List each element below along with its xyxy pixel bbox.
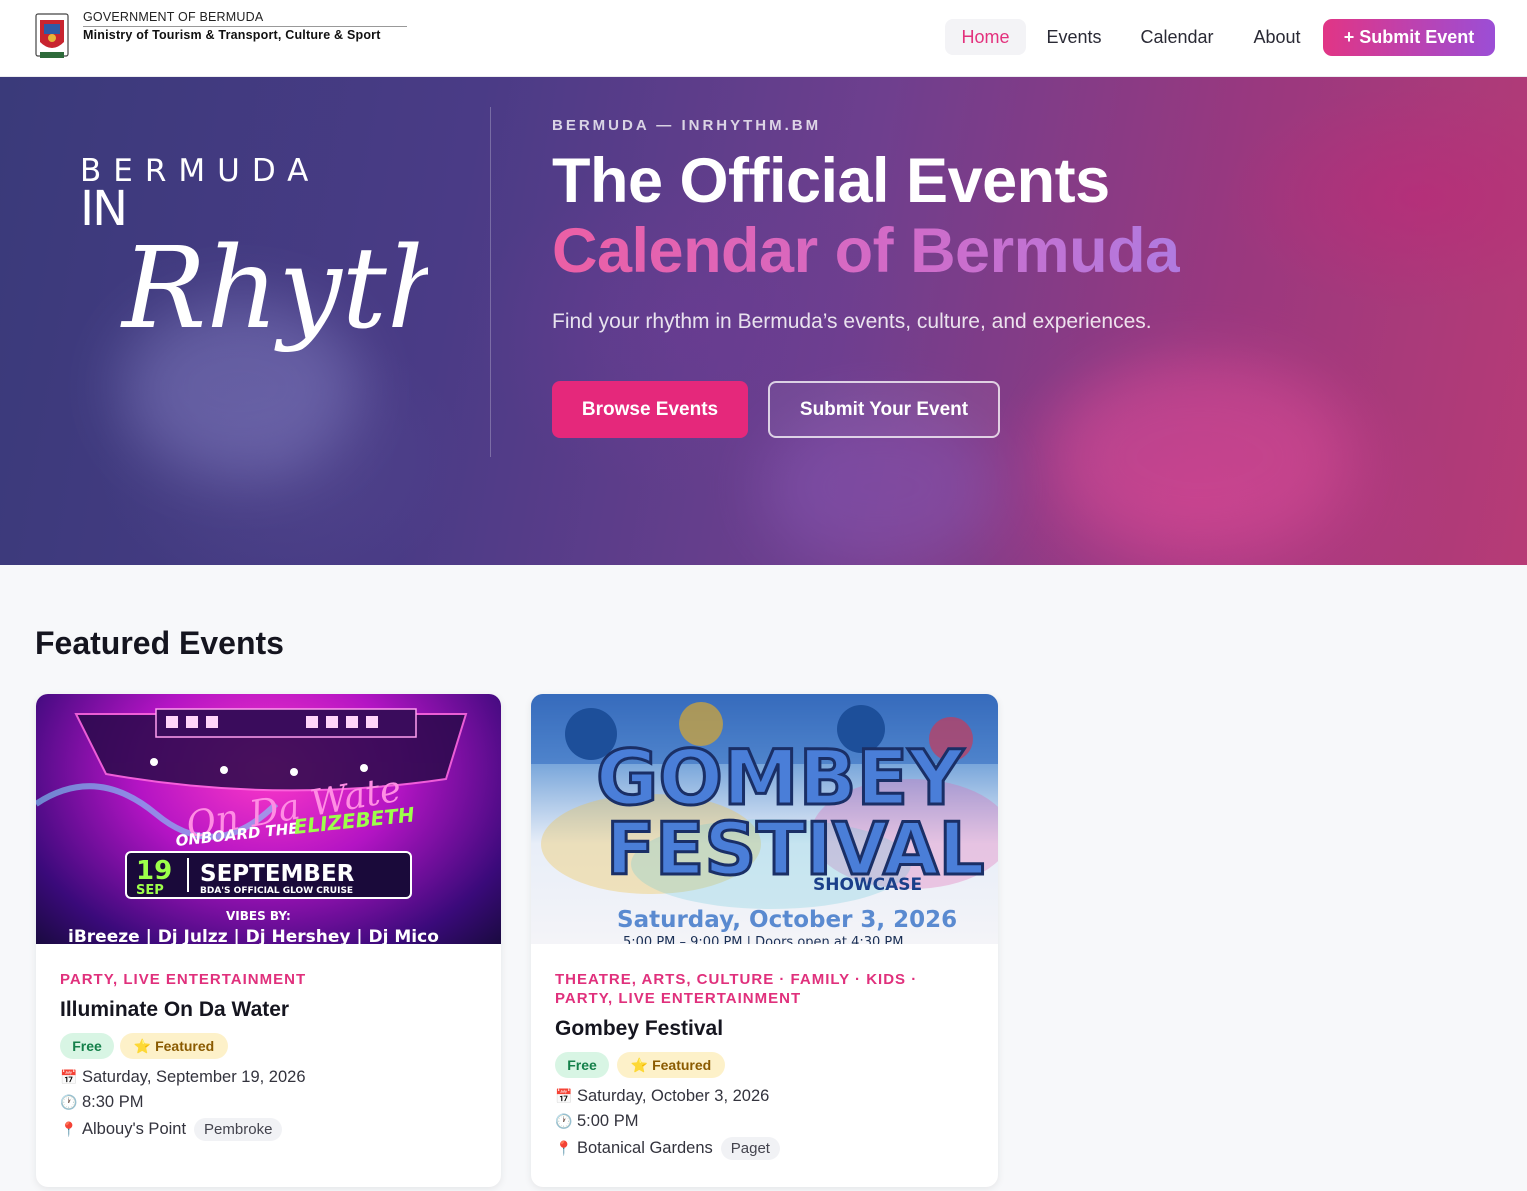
ministry-label: Ministry of Tourism & Transport, Culture… bbox=[83, 28, 381, 42]
calendar-icon: 📅 bbox=[60, 1069, 78, 1085]
poster-showcase-text: SHOWCASE bbox=[813, 875, 922, 895]
event-time-row: 🕐 5:00 PM bbox=[555, 1112, 638, 1131]
poster-date-text: Saturday, October 3, 2026 bbox=[617, 907, 957, 933]
free-badge: Free bbox=[60, 1033, 114, 1059]
poster-month-text: SEPTEMBER bbox=[200, 861, 355, 887]
clock-icon: 🕐 bbox=[60, 1094, 78, 1110]
poster-day-text: 19 bbox=[136, 856, 172, 886]
event-date: Saturday, September 19, 2026 bbox=[82, 1068, 306, 1086]
poster-illustration: On Da Wate ONBOARD THE ELIZEBETH 19 SEP … bbox=[36, 708, 468, 944]
event-time-row: 🕐 8:30 PM bbox=[60, 1093, 143, 1112]
bermuda-crest-icon[interactable] bbox=[34, 12, 70, 62]
poster-djs-text: iBreeze | Dj Julzz | Dj Hershey | Dj Mic… bbox=[68, 927, 439, 944]
event-location-row: 📍 Albouy's Point Pembroke bbox=[60, 1118, 283, 1141]
site-header: GOVERNMENT OF BERMUDA Ministry of Touris… bbox=[0, 0, 1527, 77]
nav-about[interactable]: About bbox=[1238, 19, 1316, 55]
poster-tag-text: BDA'S OFFICIAL GLOW CRUISE bbox=[200, 886, 353, 896]
event-poster-image[interactable]: On Da Wate ONBOARD THE ELIZEBETH 19 SEP … bbox=[36, 694, 501, 944]
featured-events-heading: Featured Events bbox=[35, 625, 284, 661]
poster-illustration: GOMBEY FESTIVAL SHOWCASE Saturday, Octob… bbox=[531, 694, 998, 944]
submit-event-button[interactable]: + Submit Event bbox=[1323, 19, 1495, 56]
hero-banner: BERMUDA IN Rhythm BERMUDA — INRHYTHM.BM … bbox=[0, 77, 1527, 565]
submit-your-event-button[interactable]: Submit Your Event bbox=[768, 381, 1000, 438]
event-title[interactable]: Illuminate On Da Water bbox=[60, 998, 289, 1022]
clock-icon: 🕐 bbox=[555, 1113, 573, 1129]
browse-events-button[interactable]: Browse Events bbox=[552, 381, 748, 438]
parish-chip: Pembroke bbox=[194, 1118, 283, 1141]
event-title[interactable]: Gombey Festival bbox=[555, 1017, 723, 1041]
event-date-row: 📅 Saturday, September 19, 2026 bbox=[60, 1068, 306, 1087]
rhythm-script-logo: Rhythm bbox=[120, 224, 428, 354]
event-date-row: 📅 Saturday, October 3, 2026 bbox=[555, 1087, 769, 1106]
event-poster-image[interactable]: GOMBEY FESTIVAL SHOWCASE Saturday, Octob… bbox=[531, 694, 998, 944]
event-location-row: 📍 Botanical Gardens Paget bbox=[555, 1137, 780, 1160]
poster-vibes-text: VIBES BY: bbox=[226, 909, 291, 923]
government-label: GOVERNMENT OF BERMUDA bbox=[83, 10, 264, 24]
hero-divider bbox=[490, 107, 491, 457]
rhythm-script-text: Rhythm bbox=[120, 224, 428, 354]
poster-times-text: 5:00 PM – 9:00 PM | Doors open at 4:30 P… bbox=[623, 935, 904, 944]
event-time: 5:00 PM bbox=[577, 1112, 639, 1130]
event-card[interactable]: On Da Wate ONBOARD THE ELIZEBETH 19 SEP … bbox=[36, 694, 501, 1187]
featured-badge: ⭐ Featured bbox=[120, 1033, 228, 1059]
hero-title-line1: The Official Events bbox=[552, 146, 1110, 216]
event-venue: Albouy's Point bbox=[82, 1120, 187, 1138]
header-rule bbox=[83, 26, 407, 27]
event-card[interactable]: GOMBEY FESTIVAL SHOWCASE Saturday, Octob… bbox=[531, 694, 998, 1187]
poster-festival-text: FESTIVAL bbox=[606, 807, 985, 891]
event-time: 8:30 PM bbox=[82, 1093, 144, 1111]
nav-home[interactable]: Home bbox=[945, 19, 1026, 55]
free-badge: Free bbox=[555, 1052, 609, 1078]
featured-badge: ⭐ Featured bbox=[617, 1052, 725, 1078]
event-venue: Botanical Gardens bbox=[577, 1139, 713, 1157]
hero-subtitle: Find your rhythm in Bermuda’s events, cu… bbox=[552, 310, 1152, 333]
event-date: Saturday, October 3, 2026 bbox=[577, 1087, 770, 1105]
nav-events[interactable]: Events bbox=[1032, 19, 1116, 55]
nav-calendar[interactable]: Calendar bbox=[1124, 19, 1230, 55]
hero-blur bbox=[1050, 357, 1350, 557]
hero-title-line2: Calendar of Bermuda bbox=[552, 216, 1180, 286]
pin-icon: 📍 bbox=[60, 1121, 78, 1137]
parish-chip: Paget bbox=[720, 1137, 780, 1160]
pin-icon: 📍 bbox=[555, 1140, 573, 1156]
hero-eyebrow: BERMUDA — INRHYTHM.BM bbox=[552, 117, 822, 134]
poster-mon-text: SEP bbox=[136, 883, 164, 898]
event-categories: THEATRE, ARTS, CULTURE · FAMILY · KIDS ·… bbox=[555, 971, 918, 1007]
calendar-icon: 📅 bbox=[555, 1088, 573, 1104]
event-categories: PARTY, LIVE ENTERTAINMENT bbox=[60, 971, 307, 988]
